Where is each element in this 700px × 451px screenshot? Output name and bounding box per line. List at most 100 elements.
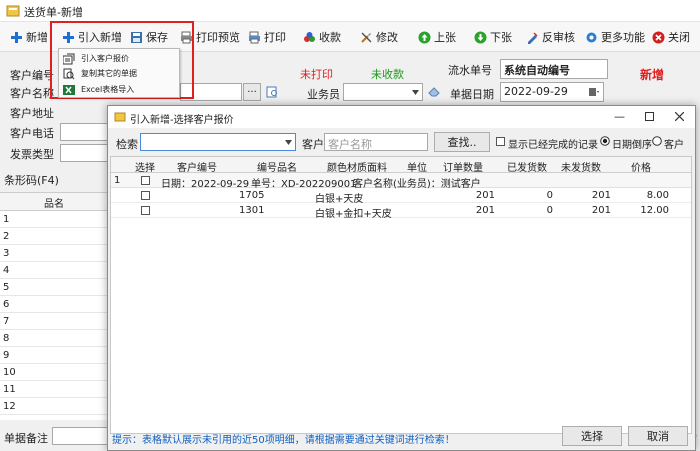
maximize-icon[interactable] [645,112,654,121]
customer-picker-button[interactable]: ... [243,83,261,101]
next-record-button[interactable]: 下张 [474,28,512,46]
prev-record-button[interactable]: 上张 [418,28,456,46]
col-order-qty: 订单数量 [443,163,483,174]
find-button[interactable]: 查找.. [434,132,490,152]
date-value: 2022-09-29 [504,85,568,98]
product-grid-row[interactable]: 9 [0,347,108,364]
hint-text: 提示：表格默认展示未引用的近50项明细，请根据需要通过关键词进行检索！ [112,435,455,446]
search-doc-icon[interactable] [266,86,279,98]
row-number: 5 [3,282,10,293]
window-title: 送货单-新增 [24,6,83,19]
table-row[interactable]: 1301 白银+金扣+天皮 201 0 201 12.00 [111,203,691,220]
row-number: 2 [3,231,10,242]
col-unshipped: 未发货数 [561,163,601,174]
customer-phone-field[interactable] [60,123,108,141]
row-number: 10 [3,367,16,378]
customer-filter-label: 客户 [302,138,324,151]
minimize-icon[interactable]: — [614,110,625,123]
table-row[interactable]: 1705 白银+天皮 201 0 201 8.00 [111,188,691,205]
date-picker[interactable]: 2022-09-29 [500,82,604,102]
cell-shipped: 0 [546,190,553,201]
sort-customer-radio[interactable] [652,136,662,146]
row-number: 8 [3,333,10,344]
product-grid-row[interactable]: 5 [0,279,108,296]
search-combo[interactable] [140,133,296,151]
app-icon [6,5,20,17]
product-grid-header: 品名 [0,193,108,211]
product-grid-row[interactable]: 7 [0,313,108,330]
eraser-icon[interactable] [428,86,440,97]
unaudit-button[interactable]: 反审核 [526,28,575,46]
product-grid: 品名 1 2 3 4 5 6 7 8 9 10 11 12 [0,192,108,420]
menu-excel-import[interactable]: Excel表格导入 [63,82,134,97]
cell-order-qty: 201 [475,190,495,201]
group-checkbox[interactable] [141,176,150,185]
product-grid-row[interactable]: 4 [0,262,108,279]
excel-icon [63,84,75,95]
invoice-type-label: 发票类型 [10,148,54,161]
cell-product: 1705 [239,190,265,201]
cell-order-qty: 201 [475,205,495,216]
product-grid-row[interactable]: 11 [0,381,108,398]
product-grid-row[interactable]: 1 [0,211,108,228]
invoice-type-field[interactable] [60,144,108,162]
product-grid-row[interactable]: 2 [0,228,108,245]
menu-import-customer-quote[interactable]: 引入客户报价 [63,51,129,66]
row-number: 1 [3,214,10,225]
row-checkbox[interactable] [141,191,150,200]
cell-unshipped: 201 [591,190,611,201]
cell-unshipped: 201 [591,205,611,216]
product-grid-row[interactable]: 12 [0,398,108,415]
receive-status: 未收款 [371,68,404,81]
select-button[interactable]: 选择 [562,426,622,446]
group-row[interactable]: 1 日期：2022-09-29 单号：XD-202209001 客户名称(业务员… [111,173,691,190]
product-grid-row[interactable]: 10 [0,364,108,381]
new-button[interactable]: 新增 [10,28,48,46]
product-grid-row[interactable]: 6 [0,296,108,313]
import-menu: 引入客户报价 复制其它的单据 Excel表格导入 [58,48,180,98]
quote-grid-header: 选择 客户编号 编号品名 颜色材质面料 单位 订单数量 已发货数 未发货数 价格 [111,157,691,174]
sort-customer-label: 客户 [664,140,684,151]
print-status: 未打印 [300,68,333,81]
row-number: 9 [3,350,10,361]
remark-field[interactable] [52,427,108,445]
salesman-label: 业务员 [307,88,340,101]
cell-product: 1301 [239,205,265,216]
window-titlebar: 送货单-新增 [0,0,700,22]
row-number: 11 [3,384,16,395]
menu-copy-other-document[interactable]: 复制其它的单据 [63,66,137,81]
more-functions-button[interactable]: 更多功能 [585,28,645,46]
salesman-select[interactable] [343,83,423,101]
wrench-icon [361,31,372,43]
sort-date-radio[interactable] [600,136,610,146]
plus-icon [11,31,22,43]
sort-date-label: 日期倒序 [612,140,652,151]
row-number: 6 [3,299,10,310]
close-button[interactable]: 关闭 [652,28,690,46]
product-col-header: 品名 [44,199,64,210]
modify-button[interactable]: 修改 [360,28,398,46]
serial-label: 流水单号 [448,64,492,77]
cancel-button[interactable]: 取消 [628,426,688,446]
row-number: 12 [3,401,16,412]
product-grid-row[interactable]: 3 [0,245,108,262]
print-button[interactable]: 打印 [248,28,286,46]
customer-filter-input[interactable]: 客户名称 [324,133,428,151]
receive-payment-button[interactable]: 收款 [303,28,341,46]
col-customer-code: 客户编号 [177,163,217,174]
gear-icon [586,32,597,42]
col-price: 价格 [631,163,651,174]
show-done-checkbox[interactable] [496,137,505,146]
cell-price: 12.00 [640,205,669,216]
customer-phone-label: 客户电话 [10,127,54,140]
dialog-close-icon[interactable] [675,112,684,121]
group-index: 1 [114,175,121,186]
row-checkbox[interactable] [141,206,150,215]
product-grid-row[interactable]: 8 [0,330,108,347]
dialog-title: 引入新增-选择客户报价 [130,115,234,126]
row-number: 3 [3,248,10,259]
customer-name-label: 客户名称 [10,87,54,100]
dialog-titlebar: 引入新增-选择客户报价 — [108,106,695,128]
import-quote-icon [63,53,75,64]
search-label: 检索 [116,138,138,151]
